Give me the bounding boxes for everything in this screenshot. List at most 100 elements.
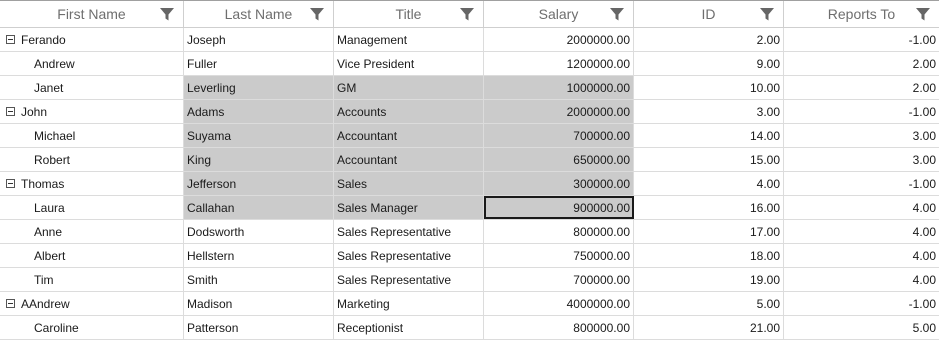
table-row[interactable]: Anne Dodsworth Sales Representative 800000.…: [0, 220, 939, 244]
table-row[interactable]: Laura Callahan Sales Manager 900000.00 16.00…: [0, 196, 939, 220]
cell-id[interactable]: 16.00: [634, 196, 784, 219]
cell-title[interactable]: Sales Representative: [334, 244, 484, 267]
cell-salary[interactable]: 800000.00: [484, 316, 634, 339]
cell-id[interactable]: 4.00: [634, 172, 784, 195]
cell-last[interactable]: Callahan: [184, 196, 334, 219]
cell-reports[interactable]: 5.00: [784, 316, 939, 339]
cell-title[interactable]: GM: [334, 76, 484, 99]
filter-icon[interactable]: [609, 6, 625, 22]
table-row[interactable]: AAndrew Madison Marketing 4000000.00 5.00 -1.…: [0, 292, 939, 316]
cell-salary[interactable]: 2000000.00: [484, 100, 634, 123]
cell-salary[interactable]: 4000000.00: [484, 292, 634, 315]
cell-id[interactable]: 14.00: [634, 124, 784, 147]
cell-last[interactable]: Joseph: [184, 28, 334, 51]
cell-first[interactable]: Tim: [0, 268, 184, 291]
table-row[interactable]: Andrew Fuller Vice President 1200000.00 9.00…: [0, 52, 939, 76]
cell-reports[interactable]: -1.00: [784, 100, 939, 123]
cell-id[interactable]: 21.00: [634, 316, 784, 339]
cell-id[interactable]: 2.00: [634, 28, 784, 51]
cell-salary[interactable]: 750000.00: [484, 244, 634, 267]
table-row[interactable]: Caroline Patterson Receptionist 800000.00 21…: [0, 316, 939, 340]
cell-id[interactable]: 15.00: [634, 148, 784, 171]
cell-reports[interactable]: 4.00: [784, 268, 939, 291]
cell-salary[interactable]: 700000.00: [484, 268, 634, 291]
column-header-title[interactable]: Title: [334, 1, 484, 27]
cell-title[interactable]: Accounts: [334, 100, 484, 123]
cell-last[interactable]: Adams: [184, 100, 334, 123]
cell-first[interactable]: Michael: [0, 124, 184, 147]
cell-title[interactable]: Sales Manager: [334, 196, 484, 219]
cell-title[interactable]: Accountant: [334, 148, 484, 171]
cell-id[interactable]: 18.00: [634, 244, 784, 267]
column-header-reports[interactable]: Reports To: [784, 1, 939, 27]
cell-first[interactable]: Laura: [0, 196, 184, 219]
cell-first[interactable]: AAndrew: [0, 292, 184, 315]
cell-id[interactable]: 3.00: [634, 100, 784, 123]
cell-reports[interactable]: 4.00: [784, 244, 939, 267]
cell-salary[interactable]: 1000000.00: [484, 76, 634, 99]
filter-icon[interactable]: [159, 6, 175, 22]
column-header-last[interactable]: Last Name: [184, 1, 334, 27]
cell-first[interactable]: Albert: [0, 244, 184, 267]
cell-last[interactable]: Patterson: [184, 316, 334, 339]
cell-last[interactable]: Suyama: [184, 124, 334, 147]
cell-title[interactable]: Vice President: [334, 52, 484, 75]
cell-salary[interactable]: 1200000.00: [484, 52, 634, 75]
cell-first[interactable]: Janet: [0, 76, 184, 99]
cell-reports[interactable]: 2.00: [784, 76, 939, 99]
cell-first[interactable]: John: [0, 100, 184, 123]
column-header-salary[interactable]: Salary: [484, 1, 634, 27]
cell-title[interactable]: Receptionist: [334, 316, 484, 339]
cell-salary[interactable]: 300000.00: [484, 172, 634, 195]
cell-last[interactable]: Jefferson: [184, 172, 334, 195]
cell-title[interactable]: Accountant: [334, 124, 484, 147]
cell-title[interactable]: Marketing: [334, 292, 484, 315]
collapse-toggle-icon[interactable]: [6, 107, 15, 116]
cell-title[interactable]: Sales Representative: [334, 220, 484, 243]
cell-salary[interactable]: 2000000.00: [484, 28, 634, 51]
table-row[interactable]: Robert King Accountant 650000.00 15.00 3.00: [0, 148, 939, 172]
cell-reports[interactable]: 4.00: [784, 220, 939, 243]
cell-salary[interactable]: 800000.00: [484, 220, 634, 243]
cell-id[interactable]: 17.00: [634, 220, 784, 243]
cell-first[interactable]: Thomas: [0, 172, 184, 195]
cell-title[interactable]: Sales: [334, 172, 484, 195]
cell-title[interactable]: Sales Representative: [334, 268, 484, 291]
cell-reports[interactable]: -1.00: [784, 292, 939, 315]
table-row[interactable]: John Adams Accounts 2000000.00 3.00 -1.00: [0, 100, 939, 124]
cell-last[interactable]: Fuller: [184, 52, 334, 75]
cell-id[interactable]: 10.00: [634, 76, 784, 99]
cell-first[interactable]: Robert: [0, 148, 184, 171]
cell-reports[interactable]: -1.00: [784, 172, 939, 195]
cell-reports[interactable]: 3.00: [784, 124, 939, 147]
filter-icon[interactable]: [915, 6, 931, 22]
collapse-toggle-icon[interactable]: [6, 299, 15, 308]
table-row[interactable]: Michael Suyama Accountant 700000.00 14.00 3.0…: [0, 124, 939, 148]
cell-last[interactable]: King: [184, 148, 334, 171]
collapse-toggle-icon[interactable]: [6, 179, 15, 188]
table-row[interactable]: Albert Hellstern Sales Representative 75000…: [0, 244, 939, 268]
filter-icon[interactable]: [309, 6, 325, 22]
filter-icon[interactable]: [459, 6, 475, 22]
cell-first[interactable]: Ferando: [0, 28, 184, 51]
cell-first[interactable]: Andrew: [0, 52, 184, 75]
cell-reports[interactable]: 3.00: [784, 148, 939, 171]
cell-last[interactable]: Madison: [184, 292, 334, 315]
filter-icon[interactable]: [759, 6, 775, 22]
cell-first[interactable]: Anne: [0, 220, 184, 243]
cell-reports[interactable]: -1.00: [784, 28, 939, 51]
cell-salary[interactable]: 650000.00: [484, 148, 634, 171]
cell-last[interactable]: Smith: [184, 268, 334, 291]
cell-id[interactable]: 9.00: [634, 52, 784, 75]
table-row[interactable]: Janet Leverling GM 1000000.00 10.00 2.00: [0, 76, 939, 100]
column-header-id[interactable]: ID: [634, 1, 784, 27]
collapse-toggle-icon[interactable]: [6, 35, 15, 44]
cell-salary[interactable]: 700000.00: [484, 124, 634, 147]
table-row[interactable]: Ferando Joseph Management 2000000.00 2.00 -1.…: [0, 28, 939, 52]
table-row[interactable]: Thomas Jefferson Sales 300000.00 4.00 -1.00: [0, 172, 939, 196]
cell-id[interactable]: 19.00: [634, 268, 784, 291]
cell-salary[interactable]: 900000.00: [484, 196, 634, 219]
cell-reports[interactable]: 2.00: [784, 52, 939, 75]
cell-first[interactable]: Caroline: [0, 316, 184, 339]
cell-last[interactable]: Leverling: [184, 76, 334, 99]
